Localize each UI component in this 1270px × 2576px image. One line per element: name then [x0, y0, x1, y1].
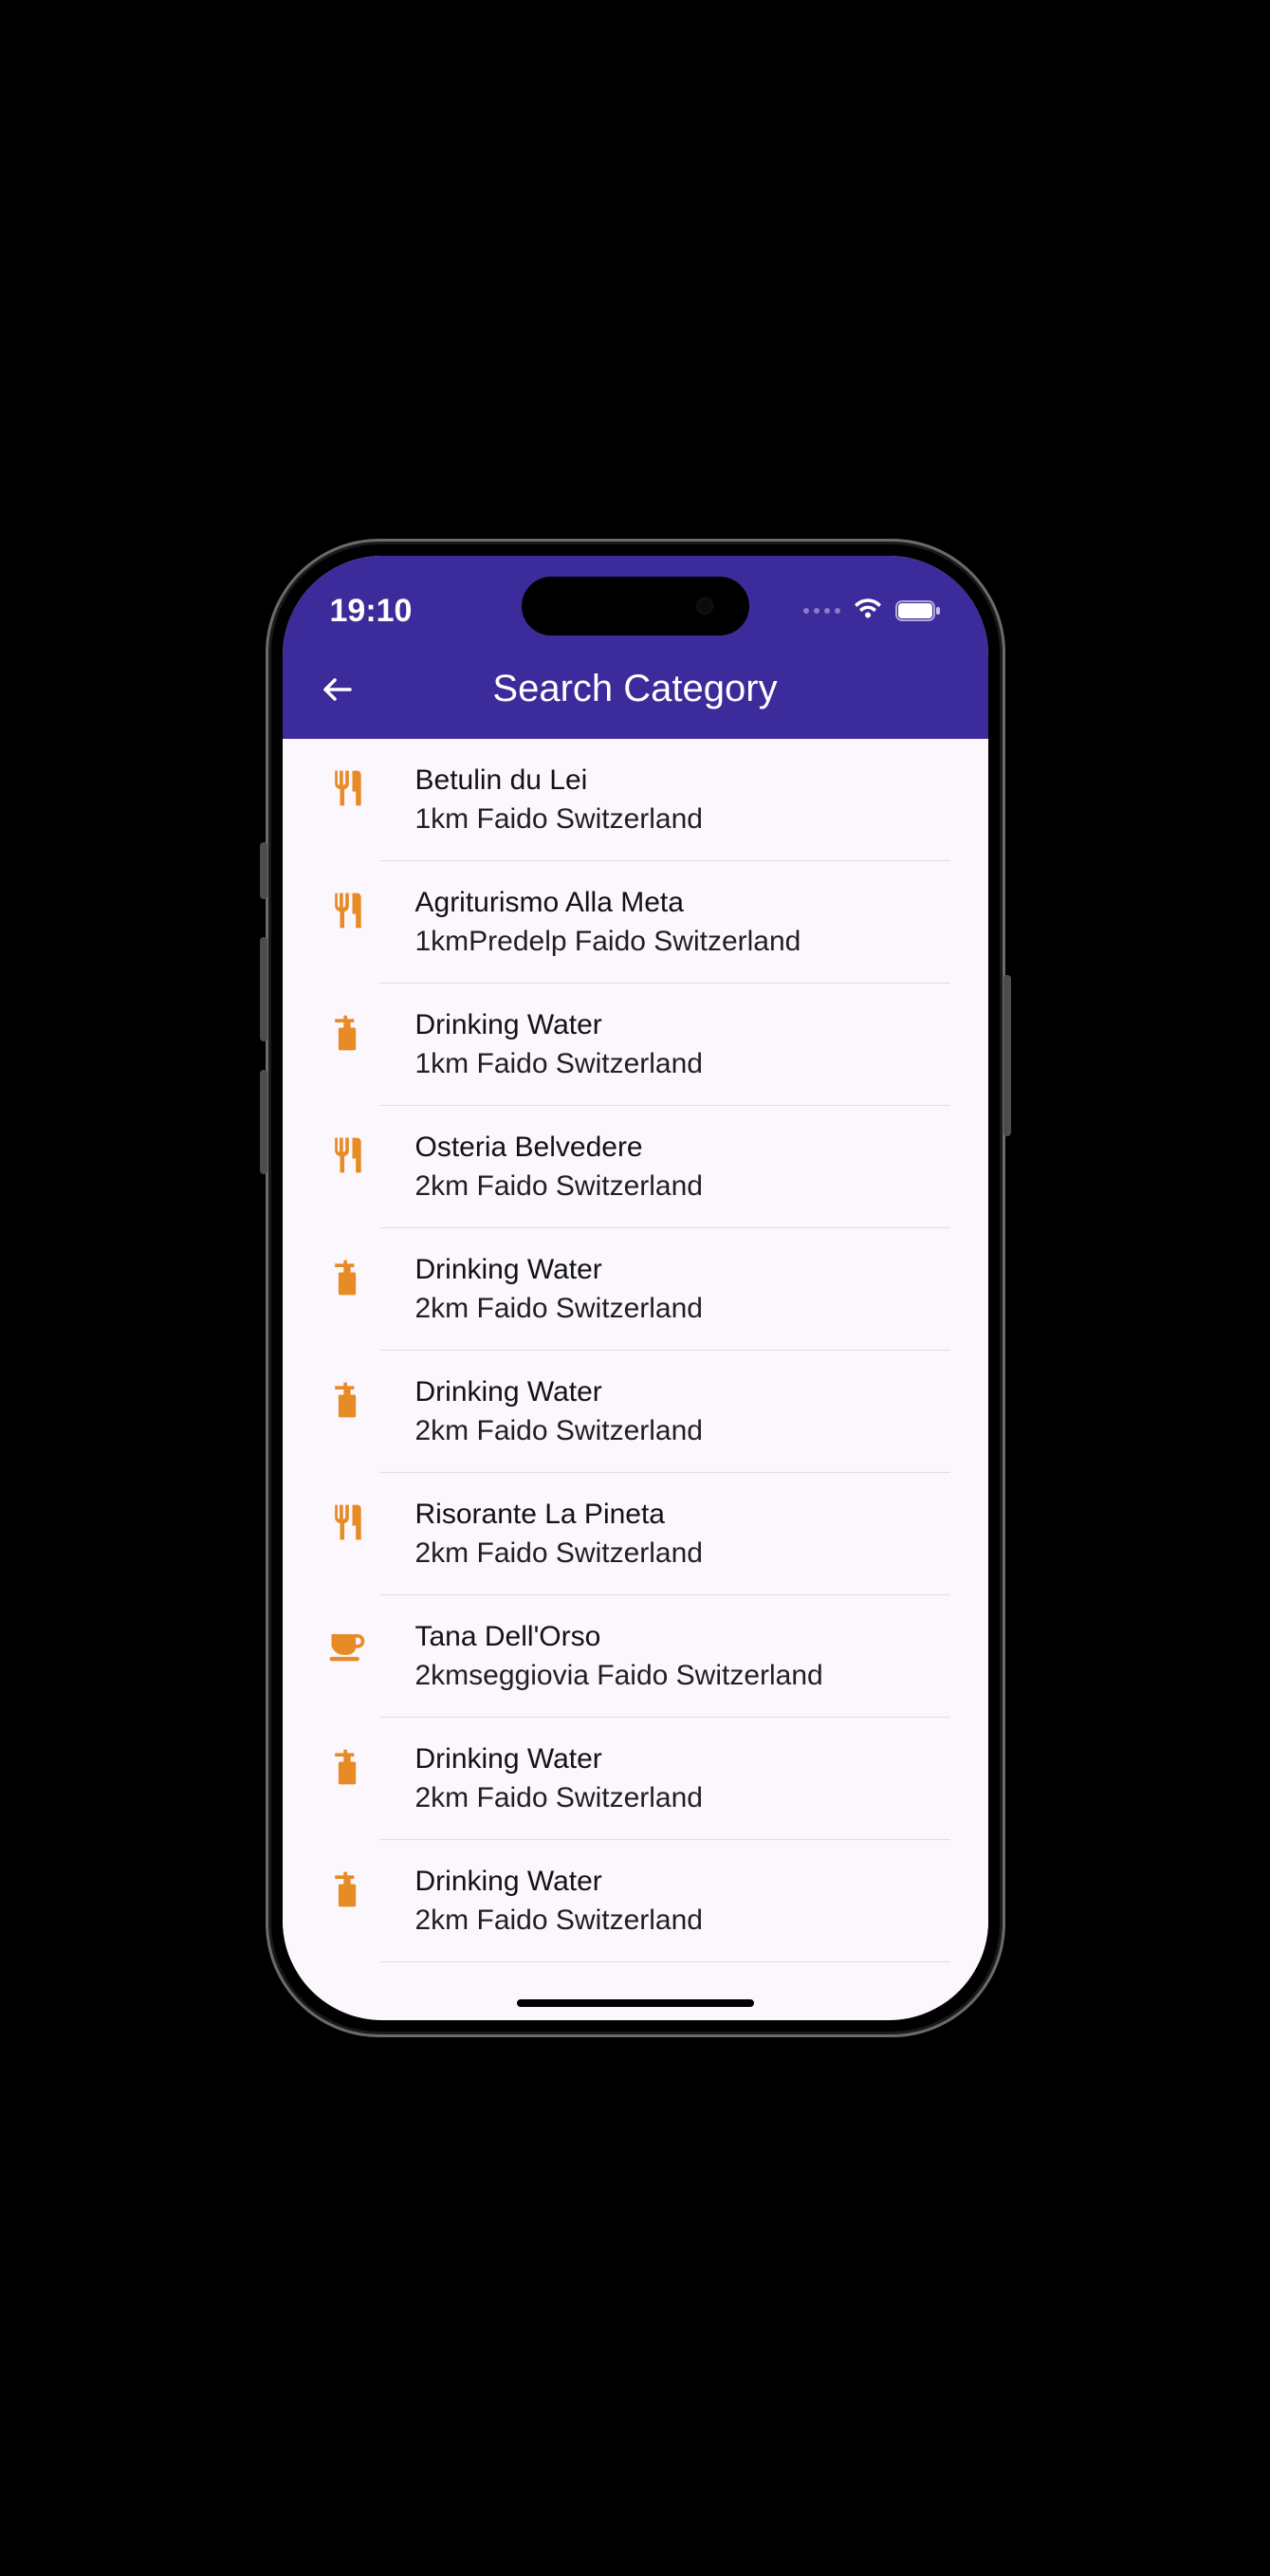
list-item[interactable]: Drinking Water1km Faido Switzerland: [283, 984, 988, 1106]
list-item-title: Osteria Belvedere: [415, 1129, 966, 1168]
list-item-subtitle: 1kmPredelp Faido Switzerland: [415, 923, 966, 962]
list-item-subtitle: 2km Faido Switzerland: [415, 1412, 966, 1451]
list-item[interactable]: Tana Dell'Orso2kmseggiovia Faido Switzer…: [283, 1595, 988, 1718]
arrow-left-icon: [319, 671, 357, 708]
water-icon: [317, 1373, 377, 1421]
list-item-subtitle: 2km Faido Switzerland: [415, 1779, 966, 1818]
list-item[interactable]: Drinking Water2km Faido Switzerland: [283, 1840, 988, 1962]
back-button[interactable]: [311, 663, 364, 716]
results-list[interactable]: Betulin du Lei1km Faido SwitzerlandAgrit…: [283, 739, 988, 1962]
list-item-title: Drinking Water: [415, 1863, 966, 1902]
list-item[interactable]: Drinking Water2km Faido Switzerland: [283, 1228, 988, 1351]
list-item-title: Drinking Water: [415, 1373, 966, 1412]
water-icon: [317, 1251, 377, 1298]
home-indicator[interactable]: [517, 1999, 754, 2007]
list-item[interactable]: Osteria Belvedere2km Faido Switzerland: [283, 1106, 988, 1228]
list-item-text: Drinking Water2km Faido Switzerland: [377, 1740, 966, 1817]
screen: 19:10: [283, 556, 988, 2020]
water-icon: [317, 1863, 377, 1910]
list-item-text: Agriturismo Alla Meta1kmPredelp Faido Sw…: [377, 884, 966, 961]
list-item-text: Drinking Water1km Faido Switzerland: [377, 1006, 966, 1083]
list-item-title: Agriturismo Alla Meta: [415, 884, 966, 923]
battery-icon: [895, 593, 941, 630]
list-item-title: Drinking Water: [415, 1740, 966, 1779]
restaurant-icon: [317, 762, 377, 809]
list-item[interactable]: Drinking Water2km Faido Switzerland: [283, 1351, 988, 1473]
list-item-text: Drinking Water2km Faido Switzerland: [377, 1863, 966, 1940]
list-item-subtitle: 2km Faido Switzerland: [415, 1168, 966, 1206]
status-time: 19:10: [330, 593, 413, 630]
list-item-title: Drinking Water: [415, 1006, 966, 1045]
restaurant-icon: [317, 1129, 377, 1176]
list-item-subtitle: 2km Faido Switzerland: [415, 1535, 966, 1573]
list-item-subtitle: 2km Faido Switzerland: [415, 1902, 966, 1941]
list-item-text: Drinking Water2km Faido Switzerland: [377, 1373, 966, 1450]
list-item-subtitle: 1km Faido Switzerland: [415, 1045, 966, 1084]
list-item[interactable]: Betulin du Lei1km Faido Switzerland: [283, 739, 988, 861]
list-item-title: Tana Dell'Orso: [415, 1618, 966, 1657]
list-item-text: Osteria Belvedere2km Faido Switzerland: [377, 1129, 966, 1205]
list-item-subtitle: 1km Faido Switzerland: [415, 800, 966, 839]
list-item-text: Tana Dell'Orso2kmseggiovia Faido Switzer…: [377, 1618, 966, 1695]
cafe-icon: [317, 1618, 377, 1665]
list-item-text: Risorante La Pineta2km Faido Switzerland: [377, 1496, 966, 1573]
list-item-text: Drinking Water2km Faido Switzerland: [377, 1251, 966, 1328]
page-title: Search Category: [283, 668, 988, 710]
camera-dot-icon: [696, 598, 713, 615]
dynamic-island: [522, 577, 749, 635]
list-item[interactable]: Drinking Water2km Faido Switzerland: [283, 1718, 988, 1840]
list-item[interactable]: Risorante La Pineta2km Faido Switzerland: [283, 1473, 988, 1595]
restaurant-icon: [317, 1496, 377, 1543]
nav-bar: Search Category: [283, 649, 988, 739]
water-icon: [317, 1006, 377, 1054]
water-icon: [317, 1740, 377, 1788]
list-item-text: Betulin du Lei1km Faido Switzerland: [377, 762, 966, 838]
list-item[interactable]: Agriturismo Alla Meta1kmPredelp Faido Sw…: [283, 861, 988, 984]
cell-dots-icon: [803, 608, 840, 614]
list-item-subtitle: 2kmseggiovia Faido Switzerland: [415, 1657, 966, 1696]
restaurant-icon: [317, 884, 377, 931]
list-item-title: Risorante La Pineta: [415, 1496, 966, 1535]
list-item-title: Drinking Water: [415, 1251, 966, 1290]
list-item-subtitle: 2km Faido Switzerland: [415, 1290, 966, 1329]
list-item-title: Betulin du Lei: [415, 762, 966, 800]
wifi-icon: [854, 593, 882, 630]
